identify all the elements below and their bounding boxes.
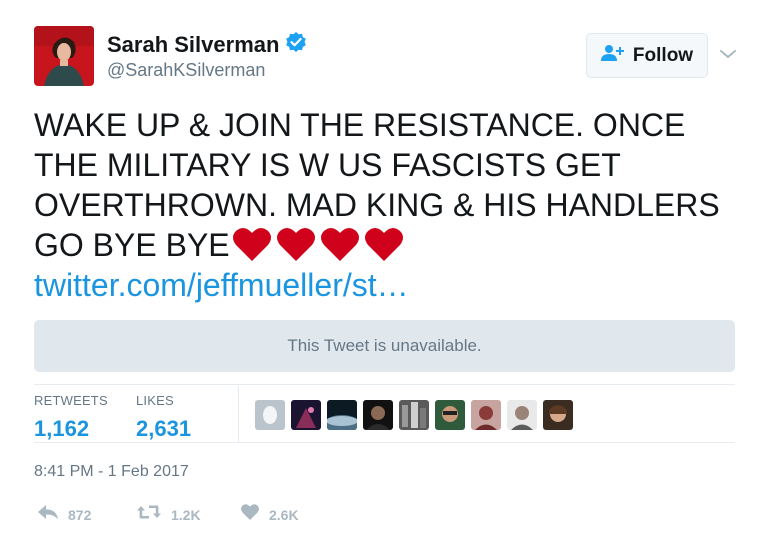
tweet-line-last: GO BYE BYE	[34, 225, 734, 265]
reply-count: 872	[68, 506, 92, 523]
likes-label: LIKES	[136, 393, 174, 408]
tweet-link[interactable]: twitter.com/jeffmueller/st…	[34, 265, 409, 305]
likes-stat[interactable]: LIKES 2,631	[136, 393, 191, 442]
liker-avatar[interactable]	[363, 400, 393, 430]
user-name[interactable]: Sarah Silverman	[107, 32, 279, 58]
tweet-line: OVERTHROWN. MAD KING & HIS HANDLERS	[34, 187, 720, 223]
verified-badge-icon	[285, 31, 307, 58]
reply-action[interactable]: 872	[37, 503, 91, 526]
liker-avatar[interactable]	[327, 400, 357, 430]
profile-avatar[interactable]	[34, 26, 94, 86]
liker-avatar[interactable]	[543, 400, 573, 430]
red-heart-icon	[320, 227, 359, 261]
more-options-chevron-down-icon[interactable]	[718, 46, 738, 62]
tweet-text: WAKE UP & JOIN THE RESISTANCE. ONCE THE …	[34, 105, 734, 265]
divider	[34, 384, 735, 385]
reply-icon	[37, 503, 59, 526]
retweet-icon	[136, 503, 162, 526]
retweet-action[interactable]: 1.2K	[136, 503, 201, 526]
likers-avatars	[255, 400, 573, 430]
tweet-line: GO BYE BYE	[34, 227, 230, 263]
add-user-icon	[600, 44, 625, 67]
liker-avatar[interactable]	[435, 400, 465, 430]
liker-avatar[interactable]	[255, 400, 285, 430]
unavailable-text: This Tweet is unavailable.	[287, 336, 482, 355]
liker-avatar[interactable]	[507, 400, 537, 430]
red-heart-icon	[232, 227, 271, 261]
heart-icon	[240, 503, 260, 526]
quoted-tweet-unavailable[interactable]: This Tweet is unavailable.	[34, 320, 735, 372]
like-action[interactable]: 2.6K	[240, 503, 299, 526]
tweet-line: WAKE UP & JOIN THE RESISTANCE. ONCE	[34, 107, 686, 143]
heart-emoji-group	[232, 226, 404, 262]
retweet-count: 1.2K	[171, 506, 201, 523]
user-name-row: Sarah Silverman	[107, 31, 307, 58]
red-heart-icon	[276, 227, 315, 261]
red-heart-icon	[364, 227, 403, 261]
stats-separator	[238, 386, 239, 442]
follow-label: Follow	[632, 44, 694, 66]
tweet-line: THE MILITARY IS W US FASCISTS GET	[34, 147, 621, 183]
retweets-label: RETWEETS	[34, 393, 108, 408]
user-handle[interactable]: @SarahKSilverman	[107, 60, 265, 81]
follow-button[interactable]: Follow	[586, 33, 708, 78]
liker-avatar[interactable]	[291, 400, 321, 430]
likes-value: 2,631	[136, 416, 192, 441]
liker-avatar[interactable]	[471, 400, 501, 430]
retweets-stat[interactable]: RETWEETS 1,162	[34, 393, 108, 442]
tweet-timestamp[interactable]: 8:41 PM - 1 Feb 2017	[34, 463, 189, 481]
retweets-value: 1,162	[34, 416, 90, 441]
like-count: 2.6K	[269, 506, 299, 523]
liker-avatar[interactable]	[399, 400, 429, 430]
divider	[34, 442, 735, 443]
